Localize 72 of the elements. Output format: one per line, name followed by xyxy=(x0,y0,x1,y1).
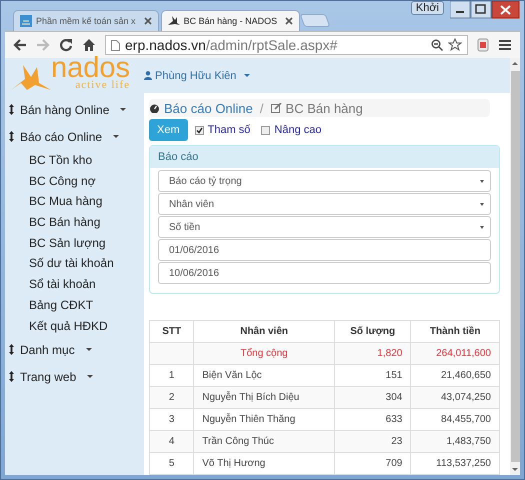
dropdown[interactable]: Báo cáo tỷ trọng xyxy=(158,170,491,192)
star-icon[interactable] xyxy=(448,38,462,52)
sidebar-subitem[interactable]: BC Tồn kho xyxy=(5,150,144,171)
menu-icon[interactable] xyxy=(498,39,512,51)
sidebar-item[interactable]: Bán hàng Online xyxy=(5,96,144,123)
site-icon xyxy=(20,15,32,27)
breadcrumb-current: BC Bán hàng xyxy=(286,100,363,116)
resize-icon xyxy=(9,344,14,356)
resize-icon xyxy=(9,131,14,142)
panel-title: Báo cáo xyxy=(150,146,499,168)
home-icon[interactable] xyxy=(82,38,96,52)
sidebar-subitem[interactable]: BC Mua hàng xyxy=(5,191,144,212)
tab-title: BC Bán hàng - NADOS xyxy=(184,16,278,26)
table-cell: 304 xyxy=(334,386,411,408)
table-cell: Võ Thị Hương xyxy=(194,452,334,474)
table-cell: 1,820 xyxy=(334,342,411,364)
logo-icon xyxy=(168,16,180,26)
dropdown[interactable]: Số tiền xyxy=(158,216,491,238)
sidebar-subitem[interactable]: Bảng CĐKT xyxy=(5,294,144,316)
table-cell: 1,483,750 xyxy=(410,430,500,452)
close-icon[interactable] xyxy=(144,17,152,25)
breadcrumb-separator: / xyxy=(260,100,264,116)
checkbox-label[interactable]: Nâng cao xyxy=(274,124,322,136)
sidebar-item[interactable]: Trang web xyxy=(5,363,144,390)
table-cell: 5 xyxy=(150,452,194,474)
table-cell: 4 xyxy=(150,430,194,452)
checkbox[interactable] xyxy=(261,126,270,134)
column-header: Nhân viên xyxy=(194,320,334,342)
sidebar-subitem[interactable]: BC Công nợ xyxy=(5,170,144,192)
table-cell: 709 xyxy=(334,452,411,474)
scrollbar[interactable] xyxy=(510,58,520,475)
table-cell: Tổng cộng xyxy=(194,342,334,364)
reload-icon[interactable] xyxy=(59,38,73,52)
table-cell: 113,537,250 xyxy=(410,452,500,474)
zoom-icon[interactable] xyxy=(431,39,443,51)
sidebar-subitem[interactable]: BC Sản lượng xyxy=(5,232,144,254)
user-icon xyxy=(144,71,152,80)
sidebar-subitem[interactable]: Sổ tài khoản xyxy=(5,274,144,295)
browser-tab[interactable]: BC Bán hàng - NADOS xyxy=(160,10,300,31)
user-menu[interactable]: Phùng Hữu Kiên xyxy=(144,70,250,82)
table-cell: 23 xyxy=(334,430,411,452)
address-bar[interactable]: erp.nados.vn/admin/rptSale.aspx# xyxy=(105,35,468,55)
edit-icon xyxy=(270,103,282,113)
back-icon[interactable] xyxy=(13,38,27,52)
date-field[interactable]: 10/06/2016 xyxy=(158,262,491,284)
table-cell: 264,011,600 xyxy=(410,342,500,364)
column-header: STT xyxy=(150,320,194,342)
table-cell: Trần Công Thúc xyxy=(194,430,334,452)
sidebar-item[interactable]: Báo cáo Online xyxy=(5,123,144,150)
table-cell: Nguyễn Thị Bích Diệu xyxy=(194,386,334,408)
checkbox-label[interactable]: Tham số xyxy=(208,124,250,136)
browser-tab[interactable]: Phần mềm kế toán sản x xyxy=(13,10,159,31)
close-icon[interactable] xyxy=(285,17,294,25)
resize-icon xyxy=(9,371,14,382)
window-button[interactable]: Khởi xyxy=(410,1,444,15)
checkbox[interactable] xyxy=(194,126,204,134)
tab-title: Phần mềm kế toán sản x xyxy=(36,16,136,26)
dropdown[interactable]: Nhân viên xyxy=(158,193,491,215)
column-header: Thành tiền xyxy=(410,320,500,342)
sidebar-subitem[interactable]: Kết quả HĐKD xyxy=(5,316,144,336)
date-field[interactable]: 01/06/2016 xyxy=(158,239,491,261)
breadcrumb-link[interactable]: Báo cáo Online xyxy=(164,100,253,116)
window-controls[interactable] xyxy=(450,1,520,19)
table-cell: 2 xyxy=(150,386,194,408)
sidebar-item[interactable]: Danh mục xyxy=(5,336,144,364)
resize-icon xyxy=(9,104,14,115)
extension-icon[interactable] xyxy=(477,38,489,52)
sidebar-subitem[interactable]: BC Bán hàng xyxy=(5,212,144,233)
sidebar-subitem[interactable]: Số dư tài khoản xyxy=(5,253,144,274)
page-icon xyxy=(111,40,120,50)
table-cell: 43,074,250 xyxy=(410,386,500,408)
url-text: erp.nados.vn/admin/rptSale.aspx# xyxy=(125,37,338,53)
